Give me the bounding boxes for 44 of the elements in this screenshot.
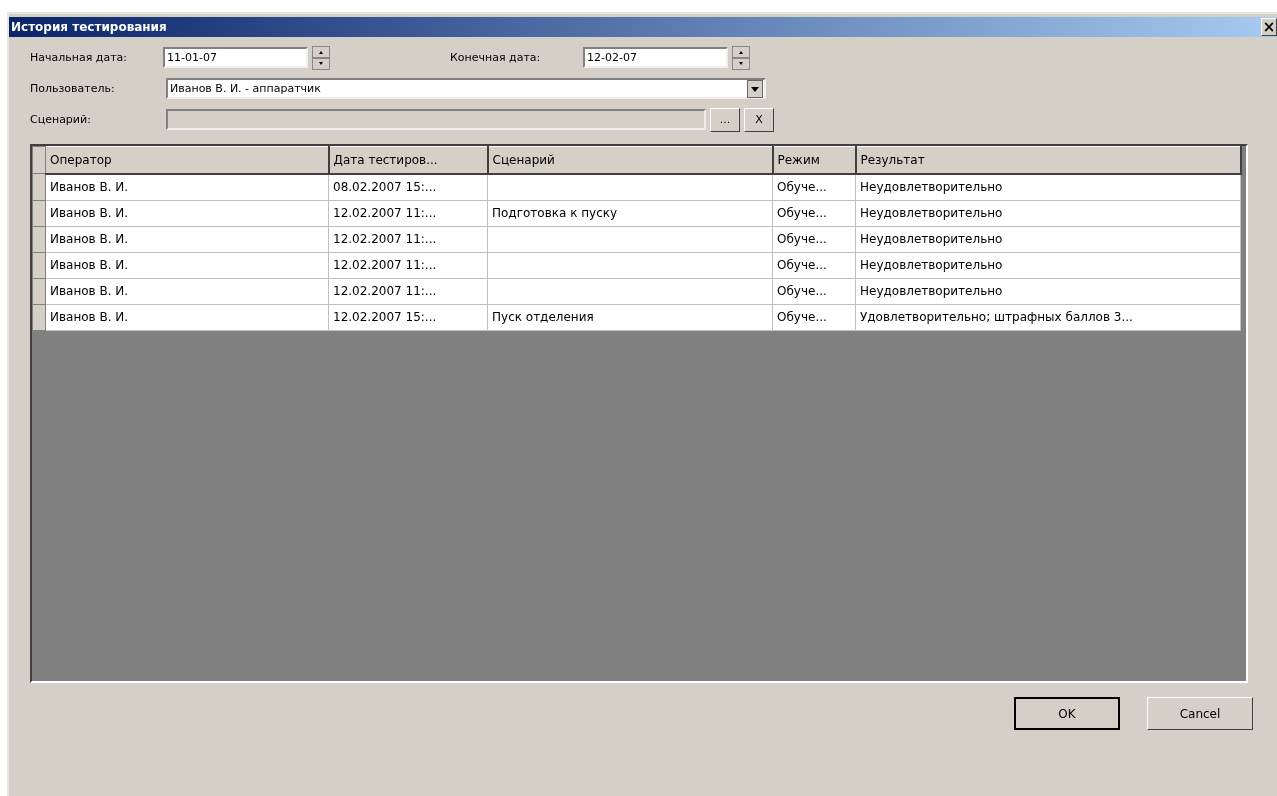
window-title: История тестирования <box>10 20 167 34</box>
table-cell: Иванов В. И. <box>50 180 129 194</box>
table-cell: Неудовлетворительно <box>860 206 1003 220</box>
field-label: Начальная дата: <box>30 51 128 64</box>
close-button[interactable]: × <box>1261 18 1277 36</box>
table-cell: Обуче... <box>777 258 827 272</box>
field-label: Пользователь: <box>30 82 116 95</box>
dialog-button[interactable]: Cancel <box>1147 697 1253 730</box>
table-cell: Иванов В. И. <box>50 284 129 298</box>
table-cell: Неудовлетворительно <box>860 180 1003 194</box>
table-cell: 12.02.2007 11:... <box>333 206 437 220</box>
column-header[interactable]: Дата тестиров... <box>328 146 488 174</box>
table-cell: 12.02.2007 11:... <box>333 232 437 246</box>
table-cell: Обуче... <box>777 206 827 220</box>
table-cell: Иванов В. И. <box>50 206 129 220</box>
date-field[interactable]: 12-02-07 <box>583 47 728 68</box>
table-cell: Неудовлетворительно <box>860 232 1003 246</box>
table-cell: Подготовка к пуску <box>492 206 618 220</box>
spin-buttons[interactable] <box>312 45 330 70</box>
date-field[interactable]: 11-01-07 <box>163 47 308 68</box>
table-cell: Обуче... <box>777 310 827 324</box>
table-cell: 08.02.2007 15:... <box>333 180 437 194</box>
field-label: Конечная дата: <box>449 51 542 64</box>
table-cell: 12.02.2007 11:... <box>333 258 437 272</box>
table-cell: 12.02.2007 11:... <box>333 284 437 298</box>
table-cell: 12.02.2007 15:... <box>333 310 437 324</box>
user-dropdown[interactable]: Иванов В. И. - аппаратчик <box>166 78 766 99</box>
table-cell: Обуче... <box>777 180 827 194</box>
table-cell: Иванов В. И. <box>50 232 129 246</box>
table-cell: Пуск отделения <box>492 310 594 324</box>
table-cell: Иванов В. И. <box>50 310 129 324</box>
table-cell: Удовлетворительно; штрафных баллов 3... <box>860 310 1133 324</box>
table-cell: Обуче... <box>777 284 827 298</box>
table-cell: Неудовлетворительно <box>860 284 1003 298</box>
table-cell: Неудовлетворительно <box>860 258 1003 272</box>
field-label: Сценарий: <box>30 113 92 126</box>
column-header[interactable]: Сценарий <box>487 146 773 174</box>
table-cell: Иванов В. И. <box>50 258 129 272</box>
dialog-button[interactable]: OK <box>1014 697 1120 730</box>
spin-buttons[interactable] <box>732 45 750 70</box>
column-header[interactable]: Оператор <box>45 146 329 174</box>
column-header[interactable]: Режим <box>772 146 856 174</box>
table-cell: Обуче... <box>777 232 827 246</box>
column-header[interactable]: Результат <box>855 146 1241 174</box>
